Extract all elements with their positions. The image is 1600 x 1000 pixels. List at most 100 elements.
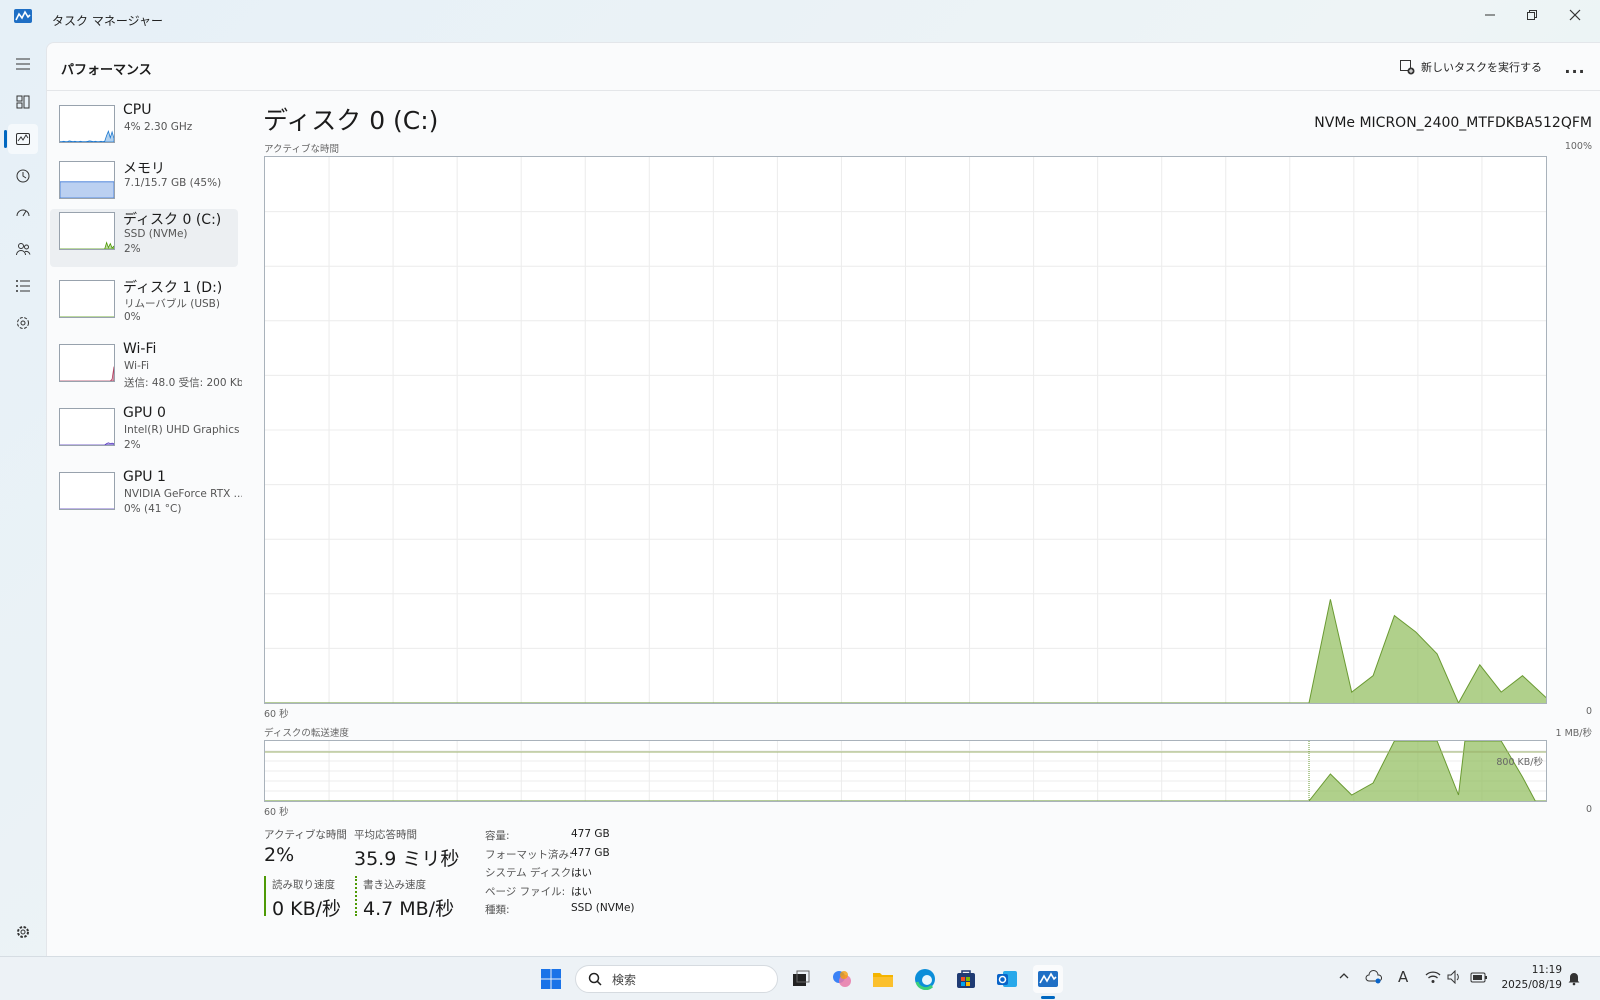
search-icon [588, 972, 602, 986]
windows-logo-icon [541, 969, 561, 989]
menu-button[interactable] [8, 49, 38, 79]
detail-title: ディスク 0 (C:) [263, 106, 439, 135]
task-view-icon [793, 970, 810, 986]
device-detail-line1: Wi-Fi [124, 360, 150, 372]
battery-button[interactable] [1470, 970, 1488, 988]
startup-icon [16, 209, 30, 217]
task-manager-taskbar-button[interactable] [1033, 965, 1063, 993]
transfer-rate-chart-svg [265, 740, 1546, 802]
minimize-button[interactable] [1468, 0, 1512, 30]
active-nav-indicator [4, 130, 7, 148]
device-item[interactable]: Wi-Fi Wi-Fi 送信: 48.0 受信: 200 Kb [50, 341, 242, 399]
task-manager-icon [1038, 971, 1058, 987]
stat-read-label: 読み取り速度 [272, 879, 335, 891]
property-value: 477 GB [571, 846, 610, 859]
nav-startup-apps[interactable] [8, 198, 38, 228]
minimize-icon [1485, 14, 1495, 16]
notifications-button[interactable] [1566, 970, 1582, 990]
active-app-indicator [1041, 996, 1055, 999]
active-time-chart [264, 156, 1547, 705]
onedrive-button[interactable] [1365, 970, 1383, 988]
history-icon [16, 169, 30, 183]
new-task-button[interactable]: 新しいタスクを実行する [1399, 55, 1542, 79]
device-thumbnail-graph [59, 161, 115, 199]
transfer-x-right: 0 [1585, 804, 1592, 815]
device-name: Wi-Fi [123, 341, 157, 357]
services-icon [17, 317, 29, 329]
nav-users[interactable] [8, 234, 38, 264]
restore-button[interactable] [1510, 0, 1554, 30]
device-name: GPU 1 [123, 469, 166, 485]
close-button[interactable] [1553, 0, 1597, 30]
wifi-icon [1425, 971, 1441, 983]
taskbar-clock[interactable]: 11:19 2025/08/19 [1501, 963, 1562, 993]
property-label: フォーマット済み: [485, 848, 573, 861]
gear-icon [17, 926, 29, 938]
active-time-chart-max: 100% [1564, 141, 1592, 152]
close-icon [1569, 9, 1581, 21]
title-bar: タスク マネージャー [0, 0, 1600, 40]
thumbnail-series [60, 442, 114, 445]
transfer-chart-mid: 800 KB/秒 [1496, 757, 1543, 768]
clock-time: 11:19 [1531, 964, 1562, 976]
page-header: パフォーマンス 新しいタスクを実行する ... [47, 43, 1600, 91]
nav-app-history[interactable] [8, 161, 38, 191]
taskbar: 検索 A 11:19 2025/08/19 [0, 956, 1600, 1000]
device-item[interactable]: GPU 1 NVIDIA GeForce RTX ... 0% (41 °C) [50, 469, 242, 527]
stat-avg-response-label: 平均応答時間 [354, 829, 417, 841]
nav-services[interactable] [8, 308, 38, 338]
device-thumbnail-graph [59, 280, 115, 318]
cloud-icon [1365, 970, 1383, 984]
clock-date: 2025/08/19 [1501, 979, 1562, 991]
device-item[interactable]: メモリ 7.1/15.7 GB (45%) [50, 158, 238, 216]
copilot-button[interactable] [827, 965, 857, 993]
volume-button[interactable] [1447, 969, 1463, 988]
hamburger-icon [16, 58, 30, 70]
stat-active-time-label: アクティブな時間 [264, 829, 347, 841]
active-time-chart-label: アクティブな時間 [264, 144, 339, 155]
ime-indicator[interactable]: A [1398, 968, 1408, 986]
write-speed-marker [355, 876, 357, 916]
file-explorer-button[interactable] [868, 965, 898, 993]
device-detail-line1: NVIDIA GeForce RTX ... [124, 488, 242, 500]
chevron-up-icon [1339, 973, 1349, 979]
device-item[interactable]: CPU 4% 2.30 GHz [50, 102, 238, 160]
property-label: ページ ファイル: [485, 885, 566, 898]
device-item[interactable]: ディスク 1 (D:) リムーバブル (USB) 0% [50, 277, 238, 335]
nav-details[interactable] [8, 271, 38, 301]
edge-button[interactable] [910, 965, 940, 993]
window-title: タスク マネージャー [52, 14, 163, 28]
device-detail-line2: 0% [124, 311, 141, 323]
outlook-button[interactable] [992, 965, 1022, 993]
battery-plug-icon [1470, 972, 1487, 983]
property-label: 種類: [485, 904, 510, 916]
transfer-chart-label: ディスクの転送速度 [264, 728, 349, 739]
nav-performance[interactable] [8, 124, 38, 154]
start-button[interactable] [536, 965, 566, 993]
store-icon [957, 970, 975, 988]
show-hidden-icons-button[interactable] [1338, 970, 1350, 986]
nav-processes[interactable] [8, 87, 38, 117]
nav-settings[interactable] [8, 917, 38, 947]
taskbar-search[interactable]: 検索 [575, 965, 778, 993]
device-name: GPU 0 [123, 405, 166, 421]
store-button[interactable] [951, 965, 981, 993]
transfer-chart-max: 1 MB/秒 [1555, 728, 1592, 739]
folder-icon [873, 973, 893, 987]
users-icon [16, 243, 31, 256]
wifi-button[interactable] [1425, 970, 1441, 988]
task-view-button[interactable] [786, 965, 816, 993]
search-placeholder: 検索 [612, 972, 637, 987]
processes-icon [16, 95, 30, 109]
device-item[interactable]: GPU 0 Intel(R) UHD Graphics 2% [50, 405, 240, 463]
property-label: システム ディスク: [485, 867, 575, 879]
device-item[interactable]: ディスク 0 (C:) SSD (NVMe) 2% [50, 209, 238, 267]
property-value: はい [571, 867, 592, 879]
more-options-button[interactable]: ... [1562, 55, 1588, 79]
main-pane: パフォーマンス 新しいタスクを実行する ... CPU 4% 2.30 GHz メモ… [46, 42, 1600, 956]
device-thumbnail-graph [59, 472, 115, 510]
transfer-x-left: 60 秒 [264, 807, 289, 818]
copilot-icon [833, 971, 851, 987]
device-detail-line1: Intel(R) UHD Graphics [124, 424, 240, 436]
device-detail-line2: 0% (41 °C) [124, 503, 182, 515]
